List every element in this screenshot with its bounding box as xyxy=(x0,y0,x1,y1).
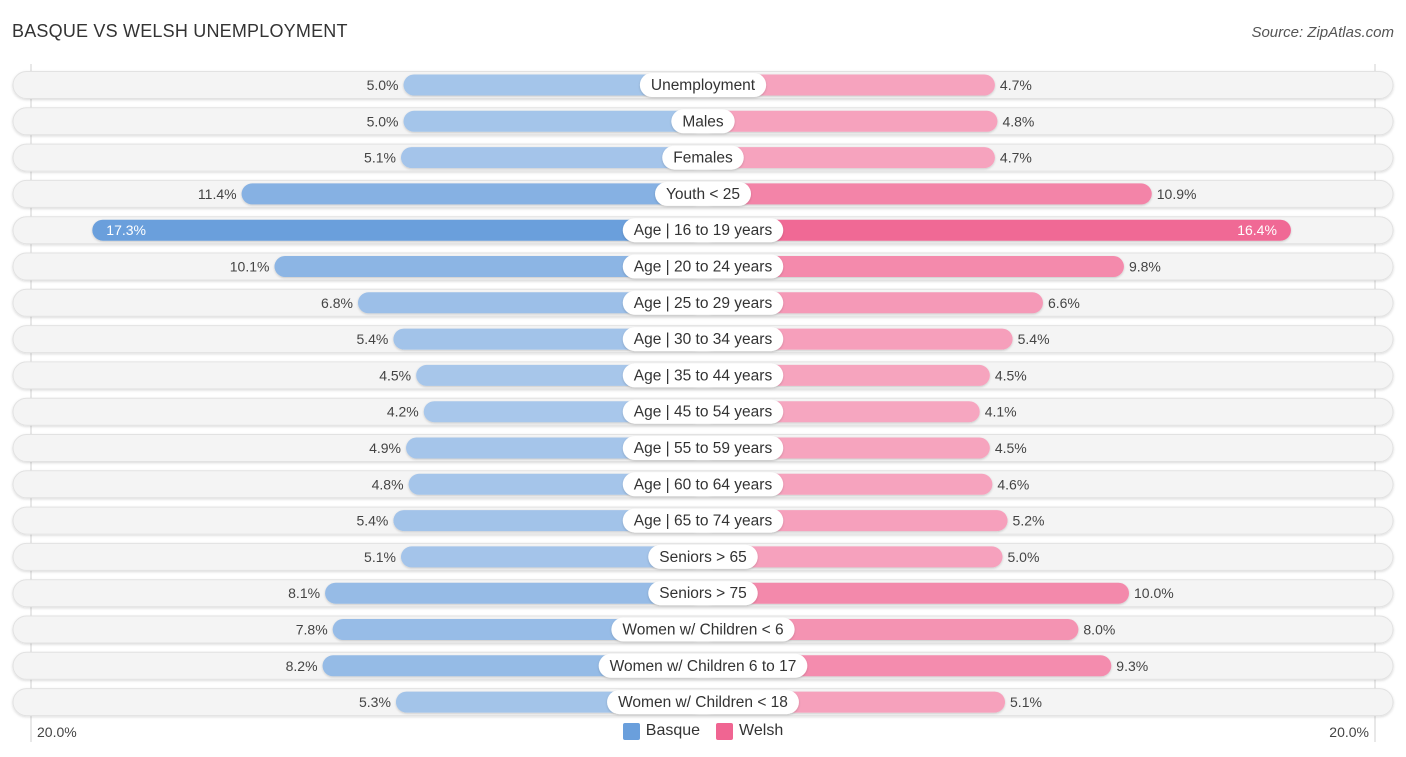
category-label: Women w/ Children < 18 xyxy=(618,694,788,711)
value-label-basque: 17.3% xyxy=(106,222,146,238)
value-label-welsh: 4.7% xyxy=(1000,150,1032,166)
legend-swatch-welsh xyxy=(716,722,734,740)
category-label: Youth < 25 xyxy=(666,186,740,203)
legend-label-welsh: Welsh xyxy=(739,722,784,739)
value-label-basque: 5.1% xyxy=(364,150,396,166)
value-label-basque: 10.1% xyxy=(230,259,270,275)
value-label-welsh: 4.5% xyxy=(995,367,1027,383)
value-label-welsh: 4.5% xyxy=(995,440,1027,456)
category-label: Women w/ Children 6 to 17 xyxy=(610,658,797,675)
value-label-basque: 11.4% xyxy=(198,186,237,202)
bar-basque xyxy=(403,110,703,132)
chart-row[interactable]: 5.4% 5.4% Age | 30 to 34 years xyxy=(12,325,1394,354)
category-label: Age | 25 to 29 years xyxy=(634,295,773,312)
bar-welsh xyxy=(703,147,995,169)
bar-basque xyxy=(325,582,703,604)
chart-row[interactable]: 11.4% 10.9% Youth < 25 xyxy=(12,179,1394,208)
chart-row[interactable]: 5.3% 5.1% Women w/ Children < 18 xyxy=(12,688,1394,717)
value-label-welsh: 6.6% xyxy=(1048,295,1080,311)
value-label-basque: 4.9% xyxy=(369,440,401,456)
category-label: Age | 65 to 74 years xyxy=(634,513,773,530)
value-label-welsh: 5.1% xyxy=(1010,694,1042,710)
category-label: Seniors > 65 xyxy=(659,549,746,566)
chart-row[interactable]: 17.3% 16.4% Age | 16 to 19 years xyxy=(12,216,1394,245)
category-label: Age | 30 to 34 years xyxy=(634,331,773,348)
value-label-basque: 6.8% xyxy=(321,295,353,311)
value-label-basque: 4.8% xyxy=(372,476,404,492)
chart-row[interactable]: 7.8% 8.0% Women w/ Children < 6 xyxy=(12,615,1394,644)
value-label-basque: 8.1% xyxy=(288,585,320,601)
value-label-basque: 5.0% xyxy=(367,77,399,93)
bar-welsh xyxy=(703,582,1129,604)
chart-row[interactable]: 8.2% 9.3% Women w/ Children 6 to 17 xyxy=(12,651,1394,680)
category-label: Age | 45 to 54 years xyxy=(634,404,773,421)
category-label: Age | 35 to 44 years xyxy=(634,367,773,384)
bar-basque xyxy=(241,183,703,205)
chart-row[interactable]: 6.8% 6.6% Age | 25 to 29 years xyxy=(12,288,1394,317)
value-label-basque: 5.4% xyxy=(356,331,388,347)
legend: Basque Welsh xyxy=(0,722,1406,740)
value-label-welsh: 9.8% xyxy=(1129,259,1161,275)
chart-row[interactable]: 4.9% 4.5% Age | 55 to 59 years xyxy=(12,434,1394,462)
category-label: Women w/ Children < 6 xyxy=(622,622,783,639)
bar-welsh xyxy=(703,110,998,132)
chart-row[interactable]: 10.1% 9.8% Age | 20 to 24 years xyxy=(12,252,1394,281)
value-label-basque: 8.2% xyxy=(286,658,318,674)
category-label: Age | 55 to 59 years xyxy=(634,440,773,457)
category-label: Seniors > 75 xyxy=(659,585,746,602)
bar-basque xyxy=(92,219,703,241)
chart-row[interactable]: 5.0% 4.8% Males xyxy=(12,107,1394,136)
value-label-basque: 5.0% xyxy=(367,113,399,129)
chart-row[interactable]: 8.1% 10.0% Seniors > 75 xyxy=(12,579,1394,608)
category-label: Age | 20 to 24 years xyxy=(634,259,773,276)
value-label-welsh: 5.2% xyxy=(1013,513,1045,529)
value-label-welsh: 5.0% xyxy=(1008,549,1040,565)
chart-row[interactable]: 4.8% 4.6% Age | 60 to 64 years xyxy=(12,470,1394,499)
value-label-welsh: 5.4% xyxy=(1018,331,1050,347)
value-label-welsh: 16.4% xyxy=(1237,222,1277,238)
chart-row[interactable]: 5.1% 5.0% Seniors > 65 xyxy=(12,542,1394,571)
bar-welsh xyxy=(703,183,1152,205)
value-label-welsh: 10.0% xyxy=(1134,585,1174,601)
value-label-basque: 5.1% xyxy=(364,549,396,565)
value-label-basque: 4.2% xyxy=(387,404,419,420)
category-label: Females xyxy=(673,150,733,167)
category-label: Age | 60 to 64 years xyxy=(634,476,773,493)
category-label: Males xyxy=(682,113,724,130)
chart-row[interactable]: 5.1% 4.7% Females xyxy=(12,143,1394,172)
value-label-welsh: 4.7% xyxy=(1000,77,1032,93)
value-label-basque: 5.3% xyxy=(359,694,391,710)
value-label-welsh: 4.1% xyxy=(985,404,1017,420)
chart-row[interactable]: 4.5% 4.5% Age | 35 to 44 years xyxy=(12,361,1394,390)
value-label-welsh: 4.8% xyxy=(1002,113,1034,129)
chart-canvas: 5.0% 4.7% Unemployment 5.0% 4.8% Males 5.1% 4.7… xyxy=(12,64,1394,742)
bar-basque xyxy=(400,147,703,169)
chart-row[interactable]: 4.2% 4.1% Age | 45 to 54 years xyxy=(12,397,1394,426)
legend-swatch-basque xyxy=(622,722,640,740)
value-label-welsh: 10.9% xyxy=(1157,186,1197,202)
value-label-basque: 7.8% xyxy=(296,622,328,638)
value-label-basque: 5.4% xyxy=(356,513,388,529)
value-label-welsh: 9.3% xyxy=(1116,658,1148,674)
chart-row[interactable]: 5.0% 4.7% Unemployment xyxy=(12,71,1394,99)
legend-label-basque: Basque xyxy=(645,722,701,739)
legend-item-basque[interactable]: Basque xyxy=(622,722,701,740)
category-label: Unemployment xyxy=(651,77,756,94)
value-label-basque: 4.5% xyxy=(379,367,411,383)
category-label: Age | 16 to 19 years xyxy=(634,222,773,239)
bar-welsh xyxy=(703,219,1291,241)
value-label-welsh: 4.6% xyxy=(997,476,1029,492)
chart-row[interactable]: 5.4% 5.2% Age | 65 to 74 years xyxy=(12,506,1394,535)
value-label-welsh: 8.0% xyxy=(1083,622,1115,638)
legend-item-welsh[interactable]: Welsh xyxy=(716,722,783,740)
